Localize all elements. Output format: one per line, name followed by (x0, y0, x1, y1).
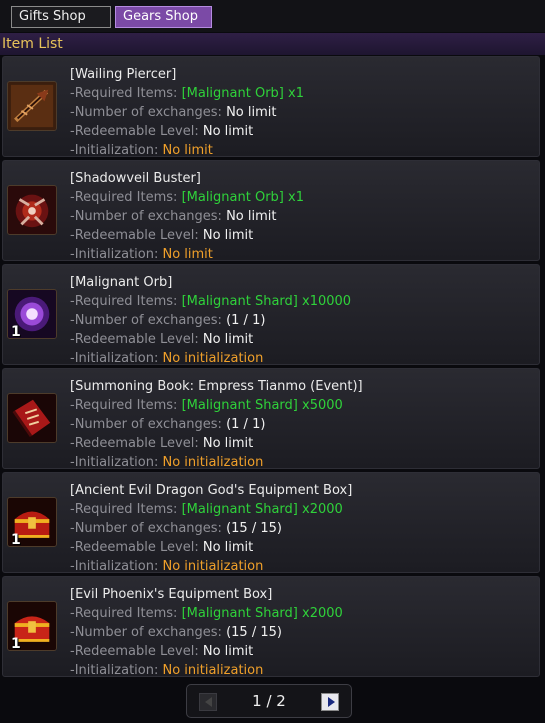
exchanges-label: -Number of exchanges: (70, 313, 227, 328)
exchanges-value: (1 / 1) (226, 313, 266, 328)
required-items-value: [Malignant Shard] x10000 (181, 294, 352, 309)
required-items-label: -Required Items: (70, 294, 182, 309)
redeemable-level-value: No limit (202, 228, 254, 243)
item-info: [Wailing Piercer] -Required Items: [Mali… (70, 65, 535, 160)
arrow-right-icon (328, 697, 335, 707)
exchanges-label: -Number of exchanges: (70, 417, 227, 432)
item-list: [Wailing Piercer] -Required Items: [Mali… (0, 56, 545, 680)
list-item[interactable]: [Shadowveil Buster] -Required Items: [Ma… (2, 160, 540, 264)
initialization-value: No limit (162, 143, 213, 158)
required-items-value: [Malignant Shard] x2000 (181, 502, 343, 517)
initialization-label: -Initialization: (70, 247, 163, 262)
item-list-header: Item List (0, 33, 545, 55)
required-items-value: [Malignant Shard] x5000 (181, 398, 343, 413)
required-items-label: -Required Items: (70, 86, 182, 101)
initialization-value: No initialization (162, 455, 264, 470)
item-info: [Shadowveil Buster] -Required Items: [Ma… (70, 169, 535, 264)
exchanges-value: No limit (226, 105, 277, 120)
next-page-button[interactable] (321, 693, 339, 711)
item-quantity: 1 (11, 532, 21, 547)
pagination: 1 / 2 (186, 684, 352, 718)
list-item[interactable]: 1 [Ancient Evil Dragon God's Equipment B… (2, 472, 540, 576)
required-items-label: -Required Items: (70, 398, 182, 413)
required-items-value: [Malignant Shard] x2000 (181, 606, 343, 621)
exchanges-label: -Number of exchanges: (70, 105, 227, 120)
exchanges-value: (15 / 15) (226, 521, 282, 536)
treasure-chest-icon: 1 (7, 601, 57, 651)
tab-gifts-shop[interactable]: Gifts Shop (11, 6, 111, 28)
redeemable-level-label: -Redeemable Level: (70, 228, 203, 243)
required-items-label: -Required Items: (70, 606, 182, 621)
buster-weapon-icon (7, 185, 57, 235)
item-name: [Ancient Evil Dragon God's Equipment Box… (70, 483, 353, 498)
item-info: [Evil Phoenix's Equipment Box] -Required… (70, 585, 535, 680)
item-quantity: 1 (11, 636, 21, 651)
redeemable-level-label: -Redeemable Level: (70, 644, 203, 659)
required-items-label: -Required Items: (70, 190, 182, 205)
initialization-label: -Initialization: (70, 559, 163, 574)
initialization-label: -Initialization: (70, 663, 163, 678)
exchanges-label: -Number of exchanges: (70, 625, 227, 640)
initialization-label: -Initialization: (70, 455, 163, 470)
list-item[interactable]: 1 [Malignant Orb] -Required Items: [Mali… (2, 264, 540, 368)
redeemable-level-label: -Redeemable Level: (70, 332, 203, 347)
list-item[interactable]: [Summoning Book: Empress Tianmo (Event)]… (2, 368, 540, 472)
initialization-value: No limit (162, 247, 213, 262)
required-items-label: -Required Items: (70, 502, 182, 517)
item-name: [Wailing Piercer] (70, 67, 177, 82)
redeemable-level-value: No limit (202, 436, 254, 451)
required-items-value: [Malignant Orb] x1 (181, 86, 304, 101)
spear-icon (7, 81, 57, 131)
redeemable-level-value: No limit (202, 644, 254, 659)
item-name: [Evil Phoenix's Equipment Box] (70, 587, 273, 602)
redeemable-level-label: -Redeemable Level: (70, 436, 203, 451)
exchanges-value: No limit (226, 209, 277, 224)
redeemable-level-label: -Redeemable Level: (70, 540, 203, 555)
book-icon (7, 393, 57, 443)
item-name: [Malignant Orb] (70, 275, 173, 290)
exchanges-label: -Number of exchanges: (70, 521, 227, 536)
list-item[interactable]: [Wailing Piercer] -Required Items: [Mali… (2, 56, 540, 160)
shop-tabs: Gifts Shop Gears Shop (0, 0, 545, 32)
item-info: [Summoning Book: Empress Tianmo (Event)]… (70, 377, 535, 472)
item-quantity: 1 (11, 324, 21, 339)
exchanges-label: -Number of exchanges: (70, 209, 227, 224)
initialization-value: No initialization (162, 663, 264, 678)
orb-icon: 1 (7, 289, 57, 339)
redeemable-level-label: -Redeemable Level: (70, 124, 203, 139)
item-name: [Shadowveil Buster] (70, 171, 201, 186)
exchanges-value: (15 / 15) (226, 625, 282, 640)
treasure-chest-icon: 1 (7, 497, 57, 547)
redeemable-level-value: No limit (202, 124, 254, 139)
exchanges-value: (1 / 1) (226, 417, 266, 432)
redeemable-level-value: No limit (202, 540, 254, 555)
initialization-label: -Initialization: (70, 143, 163, 158)
initialization-label: -Initialization: (70, 351, 163, 366)
redeemable-level-value: No limit (202, 332, 254, 347)
item-info: [Malignant Orb] -Required Items: [Malign… (70, 273, 535, 368)
required-items-value: [Malignant Orb] x1 (181, 190, 304, 205)
tab-gears-shop[interactable]: Gears Shop (115, 6, 212, 28)
initialization-value: No initialization (162, 351, 264, 366)
initialization-value: No initialization (162, 559, 264, 574)
list-item[interactable]: 1 [Evil Phoenix's Equipment Box] -Requir… (2, 576, 540, 680)
item-info: [Ancient Evil Dragon God's Equipment Box… (70, 481, 535, 576)
item-name: [Summoning Book: Empress Tianmo (Event)] (70, 379, 363, 394)
